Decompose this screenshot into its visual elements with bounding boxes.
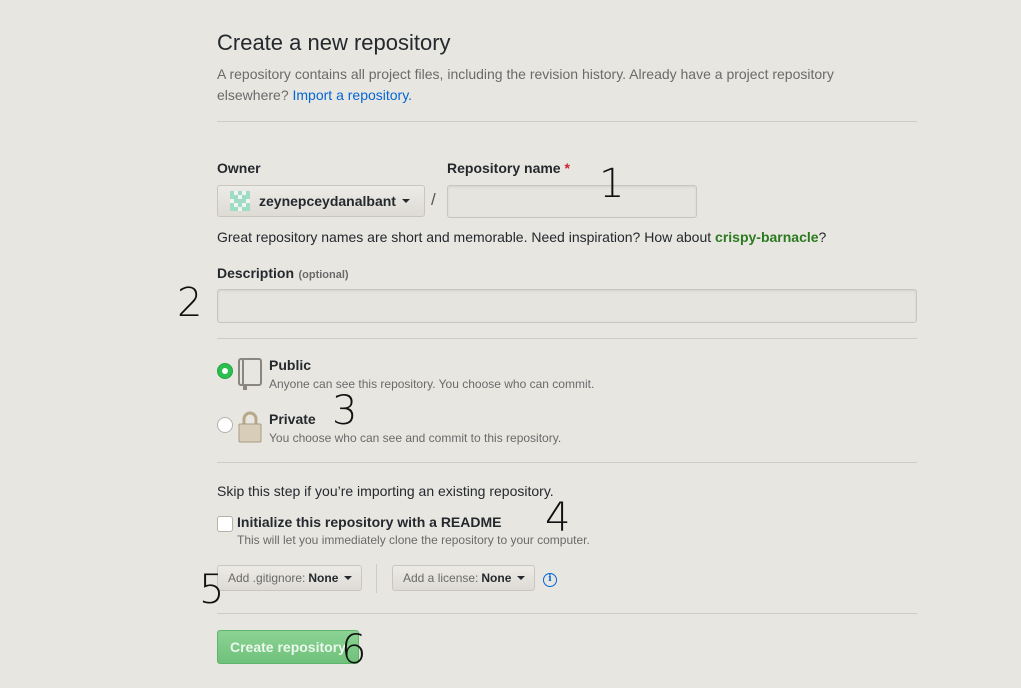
divider (376, 564, 377, 593)
license-label: Add a license: (403, 571, 479, 585)
private-description: You choose who can see and commit to thi… (269, 431, 562, 445)
page-description: A repository contains all project files,… (217, 64, 877, 106)
repo-name-input[interactable] (447, 185, 697, 218)
divider (217, 462, 917, 463)
private-title: Private (269, 411, 316, 427)
divider (217, 338, 917, 339)
private-radio[interactable] (217, 417, 233, 433)
create-repository-button[interactable]: Create repository (217, 630, 359, 664)
hint-text: Great repository names are short and mem… (217, 229, 712, 245)
skip-step-text: Skip this step if you’re importing an ex… (217, 483, 554, 499)
license-value: None (481, 571, 512, 585)
description-label: Description (optional) (217, 265, 349, 283)
owner-repo-separator: / (431, 190, 436, 209)
annotation-marker-6: 6 (341, 627, 367, 673)
hint-end: ? (818, 229, 827, 245)
annotation-marker-4: 4 (545, 495, 571, 541)
readme-checkbox[interactable] (217, 516, 233, 532)
owner-label: Owner (217, 160, 261, 176)
owner-select-button[interactable]: zeynepceydanalbant (217, 185, 425, 217)
public-radio[interactable] (217, 363, 233, 379)
page: Create a new repository A repository con… (0, 0, 1021, 688)
chevron-down-icon (517, 576, 526, 580)
divider (217, 613, 917, 614)
readme-description: This will let you immediately clone the … (237, 533, 590, 547)
chevron-down-icon (401, 199, 410, 203)
annotation-marker-1: 1 (599, 161, 625, 207)
chevron-down-icon (344, 576, 353, 580)
avatar (230, 191, 250, 211)
import-repository-link[interactable]: Import a repository. (293, 87, 413, 103)
page-title: Create a new repository (217, 30, 451, 55)
license-select-button[interactable]: Add a license: None (392, 565, 535, 591)
info-icon[interactable]: i (543, 573, 557, 587)
gitignore-select-button[interactable]: Add .gitignore: None (217, 565, 362, 591)
repo-icon (238, 358, 262, 390)
divider (217, 121, 917, 122)
readme-title: Initialize this repository with a README (237, 514, 502, 530)
owner-name: zeynepceydanalbant (259, 193, 396, 209)
description-label-text: Description (217, 265, 295, 281)
repo-name-label-text: Repository name (447, 160, 561, 176)
public-title: Public (269, 357, 312, 373)
lock-icon (238, 411, 262, 443)
repo-name-label: Repository name * (447, 160, 570, 176)
description-input[interactable] (217, 289, 917, 323)
required-indicator: * (564, 160, 570, 176)
name-suggestion[interactable]: crispy-barnacle (715, 229, 819, 245)
repo-name-hint: Great repository names are short and mem… (217, 229, 826, 245)
annotation-marker-2: 2 (177, 280, 203, 326)
gitignore-value: None (308, 571, 339, 585)
annotation-marker-3: 3 (332, 388, 358, 434)
public-description: Anyone can see this repository. You choo… (269, 377, 595, 391)
gitignore-label: Add .gitignore: (228, 571, 306, 585)
new-repo-form: Create a new repository A repository con… (217, 28, 917, 664)
annotation-marker-5: 5 (199, 567, 225, 613)
optional-tag: (optional) (298, 269, 349, 281)
